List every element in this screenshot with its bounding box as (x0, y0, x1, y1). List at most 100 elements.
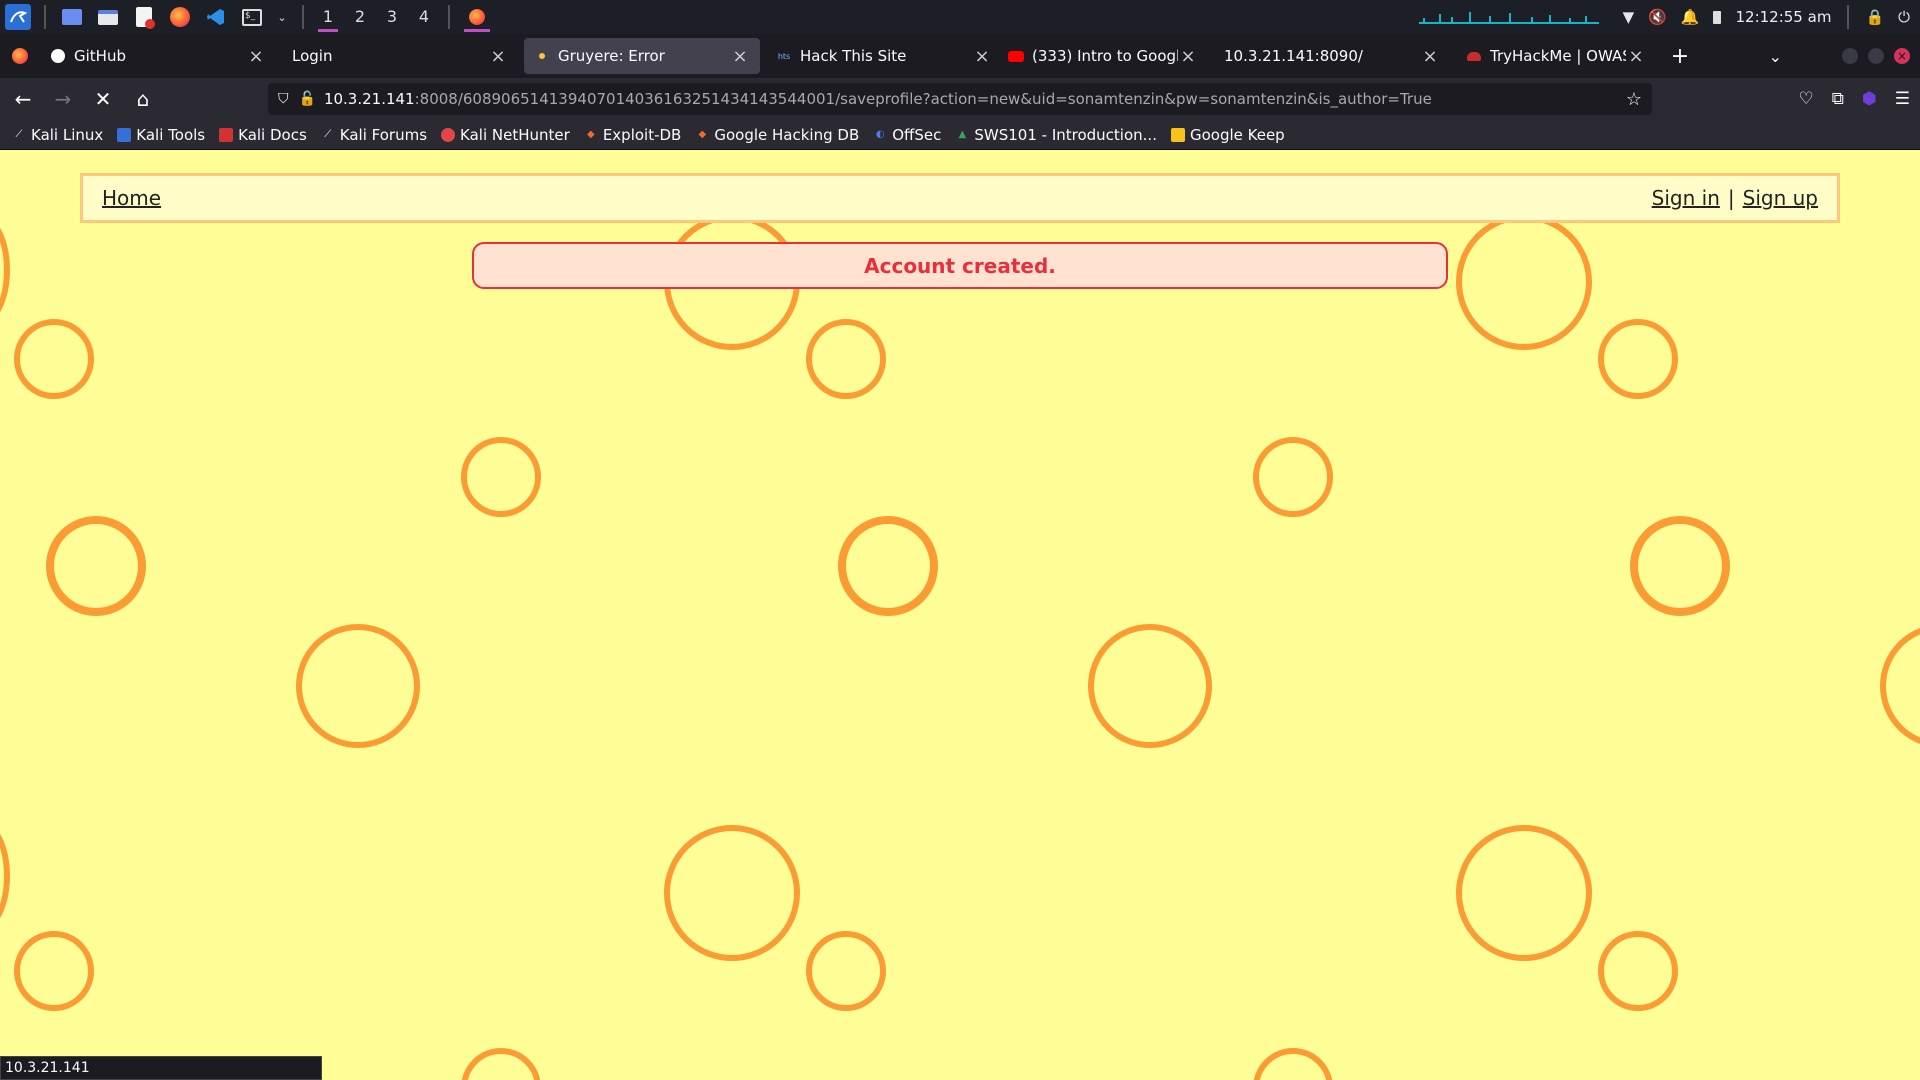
tab-github[interactable]: GitHub × (40, 38, 276, 74)
bookmark-kali-linux[interactable]: ⟋ Kali Linux (12, 126, 104, 144)
close-tab-icon[interactable]: × (730, 46, 750, 67)
extensions-icon[interactable]: ⧉ (1832, 89, 1844, 109)
close-tab-icon[interactable]: × (1420, 46, 1440, 67)
forward-button[interactable]: → (46, 82, 80, 116)
background-circle (1088, 624, 1212, 748)
close-tab-icon[interactable]: × (1178, 46, 1198, 67)
tab-localhost-8090[interactable]: 10.3.21.141:8090/ × (1214, 38, 1450, 74)
insecure-lock-icon[interactable]: 🔓 (299, 91, 316, 107)
tab-title: 10.3.21.141:8090/ (1224, 47, 1363, 65)
bookmark-label: Google Keep (1189, 125, 1285, 144)
pocket-icon[interactable]: ♡ (1799, 89, 1814, 109)
clock[interactable]: 12:12:55 am (1735, 8, 1831, 26)
address-bar[interactable]: ⛉ 🔓 10.3.21.141:8008/6089065141394070140… (268, 83, 1652, 115)
bookmark-kali-tools[interactable]: Kali Tools (117, 126, 205, 144)
workspace-3[interactable]: 3 (376, 0, 408, 34)
bookmark-kali-docs[interactable]: Kali Docs (219, 126, 307, 144)
close-window-icon[interactable]: × (1894, 48, 1910, 64)
bookmark-google-hacking-db[interactable]: ◆ Google Hacking DB (695, 126, 860, 144)
extension-purple-icon[interactable]: ⬢ (1862, 89, 1877, 109)
background-circle (1253, 437, 1333, 517)
home-link[interactable]: Home (102, 186, 161, 210)
bookmark-label: Kali Docs (238, 125, 307, 144)
background-circle (806, 931, 886, 1011)
hts-icon: hts (777, 51, 791, 61)
bookmark-exploit-db[interactable]: ◆ Exploit-DB (584, 125, 682, 144)
workspace-1[interactable]: 1 (312, 0, 344, 34)
close-tab-icon[interactable]: × (488, 46, 508, 67)
close-tab-icon[interactable]: × (972, 46, 992, 67)
bookmark-kali-forums[interactable]: ⟋ Kali Forums (321, 126, 427, 144)
bookmark-kali-nethunter[interactable]: Kali NetHunter (441, 126, 570, 144)
tab-title: TryHackMe | OWASP Top (1490, 47, 1626, 65)
firefox-view-icon[interactable] (0, 34, 40, 78)
site-menubar: Home Sign in | Sign up (80, 173, 1840, 223)
workspace-2[interactable]: 2 (344, 0, 376, 34)
bookmarks-toolbar: ⟋ Kali Linux Kali Tools Kali Docs ⟋ Kali F… (0, 120, 1920, 150)
bookmark-label: Exploit-DB (602, 125, 682, 144)
new-tab-icon[interactable]: + (1662, 44, 1698, 69)
url-text: 10.3.21.141:8008/60890651413940701403616… (324, 90, 1626, 108)
chevron-down-icon[interactable]: ⌄ (275, 4, 289, 30)
sign-in-link[interactable]: Sign in (1652, 186, 1720, 210)
close-tab-icon[interactable]: × (1626, 46, 1646, 67)
power-icon[interactable]: ⏻ (1898, 8, 1910, 26)
back-button[interactable]: ← (6, 82, 40, 116)
bookmark-label: OffSec (892, 125, 942, 144)
kali-docs-icon (219, 127, 234, 142)
tab-hack-this-site[interactable]: hts Hack This Site × (766, 38, 1002, 74)
taskbar-firefox-window[interactable] (458, 0, 496, 34)
file-manager-icon[interactable] (95, 4, 121, 30)
google-keep-icon (1170, 127, 1185, 142)
background-circle (1456, 825, 1592, 961)
close-tab-icon[interactable]: × (246, 46, 266, 67)
ghdb-icon: ◆ (698, 129, 707, 140)
kali-tools-icon (117, 127, 132, 142)
offsec-icon: ◐ (875, 129, 885, 140)
terminal-icon[interactable]: $_ (239, 4, 265, 30)
notification-bell-icon[interactable]: 🔔 (1681, 8, 1700, 26)
tab-login[interactable]: Login × (282, 38, 518, 74)
tryhackme-icon (1466, 48, 1482, 64)
nethunter-icon (441, 127, 456, 142)
home-button[interactable]: ⌂ (126, 82, 160, 116)
battery-icon[interactable] (1713, 10, 1722, 24)
stop-loading-button[interactable]: ✕ (86, 82, 120, 116)
bookmark-sws101[interactable]: ▲ SWS101 - Introduction... (955, 126, 1157, 144)
network-graph (1418, 10, 1599, 24)
firefox-icon[interactable] (167, 4, 193, 30)
tab-youtube[interactable]: (333) Intro to Google Gru × (1008, 38, 1208, 74)
minimize-window-icon[interactable] (1842, 48, 1858, 64)
lock-icon[interactable]: 🔒 (1865, 8, 1884, 26)
hamburger-menu-icon[interactable]: ☰ (1895, 89, 1910, 109)
github-icon (50, 48, 66, 64)
os-taskbar: $_ ⌄ 1 2 3 4 ▼ 🔇 🔔 12:12:55 am 🔒 ⏻ (0, 0, 1920, 34)
kali-menu-icon[interactable] (5, 4, 31, 30)
background-circle (1630, 516, 1730, 616)
sign-up-link[interactable]: Sign up (1743, 186, 1818, 210)
background-circle (461, 1048, 541, 1080)
workspace-4[interactable]: 4 (408, 0, 440, 34)
tab-gruyere-error[interactable]: Gruyere: Error × (524, 38, 760, 74)
background-circle (0, 215, 10, 325)
background-circle (1253, 1048, 1333, 1080)
mute-icon[interactable]: 🔇 (1648, 8, 1667, 26)
tab-title: (333) Intro to Google Gru (1032, 47, 1178, 65)
vscode-icon[interactable] (203, 4, 229, 30)
bookmark-star-icon[interactable]: ☆ (1626, 89, 1642, 110)
tab-title: Gruyere: Error (558, 47, 665, 65)
tracking-protection-icon[interactable]: ⛉ (278, 91, 289, 107)
show-desktop-icon[interactable] (59, 4, 85, 30)
bookmark-offsec[interactable]: ◐ OffSec (873, 125, 942, 144)
url-host: 10.3.21.141 (323, 90, 415, 108)
list-all-tabs-icon[interactable]: ⌄ (1769, 47, 1782, 66)
maximize-window-icon[interactable] (1868, 48, 1884, 64)
text-editor-icon[interactable] (131, 4, 157, 30)
bookmark-label: Kali NetHunter (460, 125, 570, 144)
tab-tryhackme[interactable]: TryHackMe | OWASP Top × (1456, 38, 1656, 74)
bookmark-label: SWS101 - Introduction... (974, 125, 1157, 144)
youtube-icon (1008, 48, 1024, 64)
wifi-icon[interactable]: ▼ (1623, 8, 1635, 26)
bookmark-google-keep[interactable]: Google Keep (1170, 125, 1285, 144)
bookmark-label: Kali Forums (339, 125, 428, 144)
